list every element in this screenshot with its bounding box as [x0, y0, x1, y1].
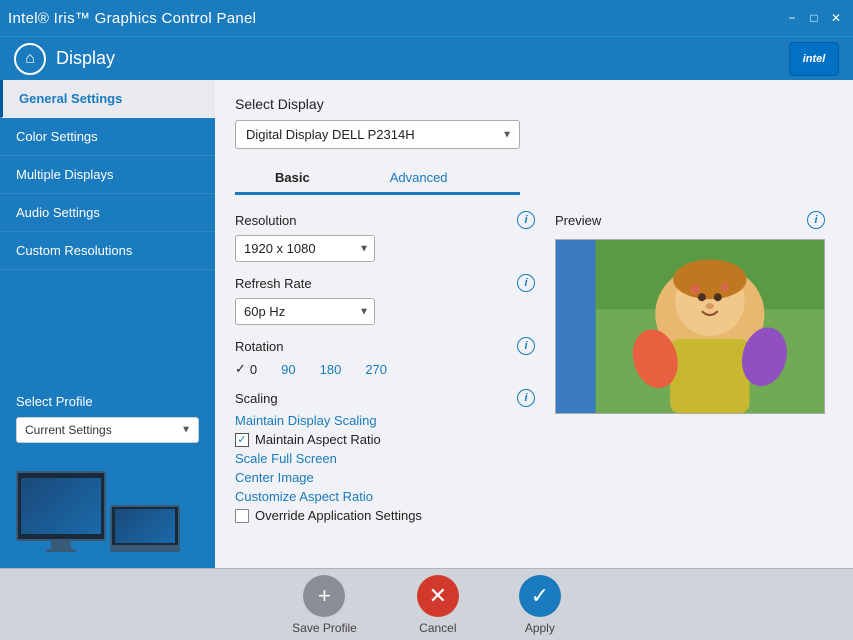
- monitor-base: [46, 549, 76, 552]
- refresh-rate-label: Refresh Rate: [235, 276, 312, 291]
- resolution-select-wrapper: 1920 x 1080 1280 x 1024 1024 x 768 ▼: [235, 235, 375, 262]
- intel-logo: intel: [789, 42, 839, 76]
- preview-info-icon[interactable]: i: [807, 211, 825, 229]
- select-profile-label: Select Profile: [16, 394, 199, 409]
- laptop-screen: [110, 505, 180, 547]
- maintain-aspect-label: Maintain Aspect Ratio: [255, 432, 381, 447]
- rotation-90[interactable]: 90: [281, 362, 295, 377]
- footer: + Save Profile ✕ Cancel ✓ Apply: [0, 568, 853, 640]
- restore-button[interactable]: □: [805, 9, 823, 27]
- preview-svg: [556, 239, 824, 414]
- cancel-icon: ✕: [417, 575, 459, 617]
- rotation-label-row: Rotation i: [235, 337, 535, 355]
- sidebar-item-general-settings[interactable]: General Settings: [0, 80, 215, 118]
- rotation-options: ✓ 0 90 180 270: [235, 361, 535, 377]
- rotation-label: Rotation: [235, 339, 283, 354]
- monitor-display-icon: [16, 471, 106, 552]
- scaling-section: Scaling i Maintain Display Scaling ✓ Mai…: [235, 389, 535, 523]
- refresh-rate-select-wrapper: 60p Hz 30p Hz ▼: [235, 298, 375, 325]
- title-bar: Intel® Iris™ Graphics Control Panel − □ …: [0, 0, 853, 36]
- scaling-info-icon[interactable]: i: [517, 389, 535, 407]
- rotation-info-icon[interactable]: i: [517, 337, 535, 355]
- close-button[interactable]: ✕: [827, 9, 845, 27]
- scaling-label: Scaling: [235, 391, 278, 406]
- preview-label: Preview: [555, 213, 601, 228]
- center-image-link[interactable]: Center Image: [235, 470, 535, 485]
- laptop-screen-inner: [115, 509, 175, 543]
- laptop-display-icon: [110, 505, 180, 552]
- display-select[interactable]: Digital Display DELL P2314H: [235, 120, 520, 149]
- apply-button[interactable]: ✓ Apply: [519, 575, 561, 635]
- window-controls: − □ ✕: [783, 9, 845, 27]
- resolution-label-row: Resolution i: [235, 211, 535, 229]
- refresh-rate-section: Refresh Rate i 60p Hz 30p Hz ▼: [235, 274, 535, 325]
- preview-label-row: Preview i: [555, 211, 825, 229]
- cancel-label: Cancel: [419, 621, 456, 635]
- display-select-wrapper: Digital Display DELL P2314H ▼: [235, 120, 520, 149]
- content-columns: Resolution i 1920 x 1080 1280 x 1024 102…: [235, 211, 833, 535]
- monitor-screen: [21, 478, 101, 534]
- sidebar: General Settings Color Settings Multiple…: [0, 80, 215, 568]
- sidebar-item-custom-resolutions[interactable]: Custom Resolutions: [0, 232, 215, 270]
- rotation-section: Rotation i ✓ 0 90 180: [235, 337, 535, 377]
- scaling-label-row: Scaling i: [235, 389, 535, 407]
- home-icon[interactable]: ⌂: [14, 43, 46, 75]
- right-panel: Preview i: [555, 211, 825, 535]
- resolution-section: Resolution i 1920 x 1080 1280 x 1024 102…: [235, 211, 535, 262]
- content-area: Select Display Digital Display DELL P231…: [215, 80, 853, 568]
- tab-advanced[interactable]: Advanced: [350, 163, 488, 195]
- sidebar-item-multiple-displays[interactable]: Multiple Displays: [0, 156, 215, 194]
- cancel-button[interactable]: ✕ Cancel: [417, 575, 459, 635]
- save-profile-icon: +: [303, 575, 345, 617]
- resolution-label: Resolution: [235, 213, 296, 228]
- refresh-rate-select[interactable]: 60p Hz 30p Hz: [235, 298, 375, 325]
- customize-aspect-ratio-link[interactable]: Customize Aspect Ratio: [235, 489, 535, 504]
- resolution-select[interactable]: 1920 x 1080 1280 x 1024 1024 x 768: [235, 235, 375, 262]
- app-header: ⌂ Display intel: [0, 36, 853, 80]
- main-layout: General Settings Color Settings Multiple…: [0, 80, 853, 568]
- rotation-180[interactable]: 180: [320, 362, 342, 377]
- override-app-label: Override Application Settings: [255, 508, 422, 523]
- override-app-row: Override Application Settings: [235, 508, 535, 523]
- tabs-row: Basic Advanced: [235, 163, 520, 195]
- laptop-body: [110, 547, 180, 552]
- preview-image: [555, 239, 825, 414]
- save-profile-button[interactable]: + Save Profile: [292, 575, 357, 635]
- header-left: ⌂ Display: [14, 43, 115, 75]
- monitor-preview: [0, 459, 215, 568]
- rotation-0[interactable]: ✓ 0: [235, 361, 257, 377]
- rotation-270[interactable]: 270: [365, 362, 387, 377]
- profile-select[interactable]: Current Settings: [16, 417, 199, 443]
- monitor-stand: [51, 541, 71, 549]
- refresh-rate-label-row: Refresh Rate i: [235, 274, 535, 292]
- sidebar-bottom: Select Profile Current Settings ▼: [0, 378, 215, 459]
- maintain-aspect-checkbox[interactable]: ✓: [235, 433, 249, 447]
- maintain-aspect-row: ✓ Maintain Aspect Ratio: [235, 432, 535, 447]
- apply-icon: ✓: [519, 575, 561, 617]
- sidebar-item-audio-settings[interactable]: Audio Settings: [0, 194, 215, 232]
- maintain-display-scaling-link[interactable]: Maintain Display Scaling: [235, 413, 535, 428]
- monitor-large-icon: [16, 471, 106, 541]
- override-app-checkbox[interactable]: [235, 509, 249, 523]
- select-display-label: Select Display: [235, 96, 833, 112]
- left-panel: Resolution i 1920 x 1080 1280 x 1024 102…: [235, 211, 535, 535]
- section-title: Display: [56, 48, 115, 69]
- tab-basic[interactable]: Basic: [235, 163, 350, 195]
- refresh-rate-info-icon[interactable]: i: [517, 274, 535, 292]
- minimize-button[interactable]: −: [783, 9, 801, 27]
- apply-label: Apply: [525, 621, 555, 635]
- scale-full-screen-link[interactable]: Scale Full Screen: [235, 451, 535, 466]
- sidebar-item-color-settings[interactable]: Color Settings: [0, 118, 215, 156]
- save-profile-label: Save Profile: [292, 621, 357, 635]
- profile-select-wrapper: Current Settings ▼: [16, 417, 199, 443]
- resolution-info-icon[interactable]: i: [517, 211, 535, 229]
- app-title: Intel® Iris™ Graphics Control Panel: [8, 10, 256, 27]
